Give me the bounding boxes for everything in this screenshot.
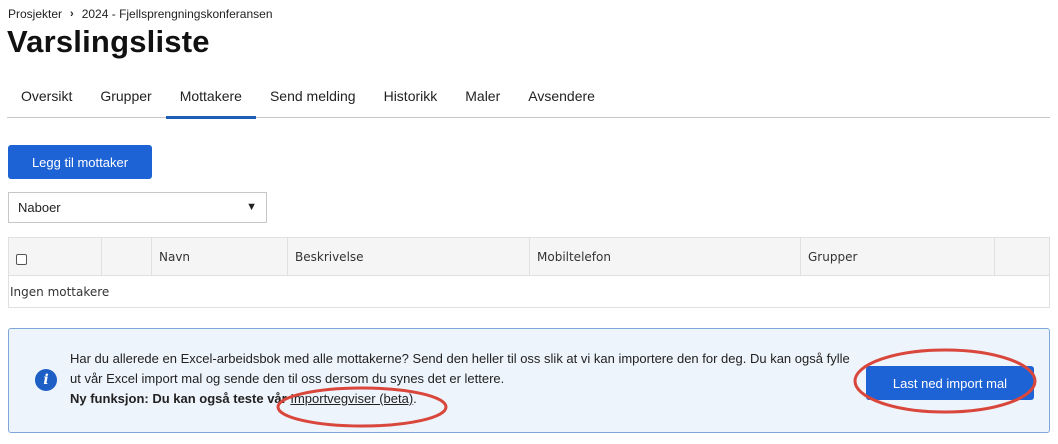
- page-title: Varslingsliste: [7, 24, 210, 59]
- breadcrumb-separator-icon: ›: [70, 8, 74, 20]
- table-empty-row: Ingen mottakere: [10, 284, 110, 299]
- tab-historikk[interactable]: Historikk: [370, 78, 452, 118]
- select-all-cell: [9, 238, 102, 275]
- table-header: Navn Beskrivelse Mobiltelefon Grupper: [9, 238, 1049, 276]
- tab-grupper[interactable]: Grupper: [86, 78, 165, 118]
- import-info-text: Har du allerede en Excel-arbeidsbok med …: [70, 349, 850, 409]
- column-header-mobiltelefon[interactable]: Mobiltelefon: [530, 238, 801, 275]
- tab-maler[interactable]: Maler: [451, 78, 514, 118]
- new-feature-prefix: Ny funksjon: Du kan også teste vår: [70, 391, 291, 406]
- column-header-actions: [995, 238, 1049, 275]
- new-feature-suffix: .: [413, 391, 417, 406]
- tab-oversikt[interactable]: Oversikt: [7, 78, 86, 118]
- triangle-down-icon: ▼: [246, 201, 257, 213]
- column-header-grupper[interactable]: Grupper: [801, 238, 995, 275]
- column-header-navn[interactable]: Navn: [152, 238, 288, 275]
- download-import-template-button[interactable]: Last ned import mal: [866, 366, 1034, 400]
- breadcrumb-root-link[interactable]: Prosjekter: [8, 7, 62, 21]
- tab-send-melding[interactable]: Send melding: [256, 78, 370, 118]
- select-all-checkbox[interactable]: [16, 254, 27, 265]
- tab-avsendere[interactable]: Avsendere: [514, 78, 609, 118]
- column-header-beskrivelse[interactable]: Beskrivelse: [288, 238, 530, 275]
- import-info-box: i Har du allerede en Excel-arbeidsbok me…: [8, 328, 1050, 433]
- breadcrumb: Prosjekter › 2024 - Fjellsprengningskonf…: [8, 7, 273, 21]
- column-header-blank: [102, 238, 152, 275]
- add-recipient-button[interactable]: Legg til mottaker: [8, 145, 152, 179]
- info-icon: i: [35, 369, 57, 391]
- import-info-paragraph: Har du allerede en Excel-arbeidsbok med …: [70, 351, 850, 386]
- tab-mottakere[interactable]: Mottakere: [165, 78, 257, 119]
- recipients-table: Navn Beskrivelse Mobiltelefon Grupper In…: [8, 237, 1050, 308]
- group-select-value: Naboer: [18, 200, 61, 215]
- import-wizard-link[interactable]: Importvegviser (beta): [290, 391, 413, 406]
- tab-bar: Oversikt Grupper Mottakere Send melding …: [7, 78, 1050, 119]
- group-select[interactable]: Naboer ▼: [8, 192, 267, 223]
- breadcrumb-current: 2024 - Fjellsprengningskonferansen: [81, 7, 273, 21]
